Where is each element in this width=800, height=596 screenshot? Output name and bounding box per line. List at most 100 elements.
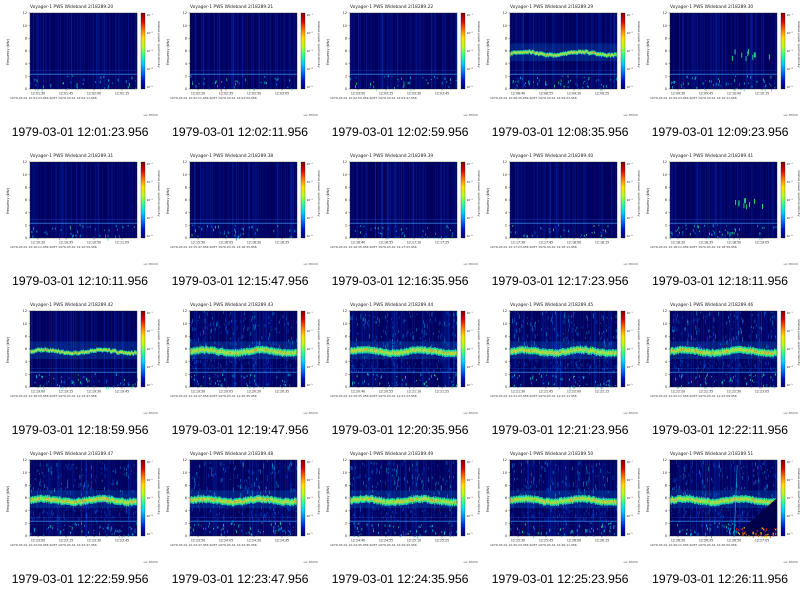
timestamp-caption: 1979-03-01 12:15:47.956 [171, 274, 309, 288]
colorbar [780, 310, 786, 388]
spectrogram-thumbnail[interactable]: Voyager-1 PWS Wideband 2/18289.40 Frequen… [480, 149, 640, 267]
colorbar-tick-label: 10⁻¹ [627, 13, 633, 17]
y-tick-label: 6 [505, 347, 507, 351]
spectrogram-thumbnail[interactable]: Voyager-1 PWS Wideband 2/18289.31 Frequen… [0, 149, 160, 267]
footer-mark: sun.ERROR [143, 560, 158, 564]
spectrogram-thumbnail[interactable]: Voyager-1 PWS Wideband 2/18289.44 Frequen… [320, 298, 480, 416]
y-axis-label: Frequency (kHz) [486, 337, 490, 363]
spectrogram-thumbnail[interactable]: Voyager-1 PWS Wideband 2/18289.42 Frequen… [0, 298, 160, 416]
x-tick-label: 12:02:20 [191, 92, 205, 96]
y-tick-label: 8 [665, 484, 667, 488]
colorbar-tick-label: 10⁻² [307, 478, 313, 482]
x-tick-label: 12:22:15 [595, 390, 609, 394]
colorbar-tick-label: 10⁻² [787, 478, 793, 482]
spectrogram-panel: Voyager-1 PWS Wideband 2/18289.48 Frequen… [160, 447, 320, 596]
y-tick-label: 6 [185, 49, 187, 53]
colorbar-tick-label: 10⁻⁵ [307, 234, 313, 238]
footer-mark: sun.ERROR [783, 411, 798, 415]
spectrogram-thumbnail[interactable]: Voyager-1 PWS Wideband 2/18289.47 Frequen… [0, 447, 160, 565]
y-tick-label: 2 [25, 373, 27, 377]
scet-range: 1979-03-01 12:17:23.956 SCET 1979-03-01 … [490, 245, 577, 249]
colorbar-tick-label: 10⁻³ [147, 347, 153, 351]
y-tick-label: 10 [663, 322, 667, 326]
colorbar-tick-label: 10⁻⁵ [307, 532, 313, 536]
timestamp-caption: 1979-03-01 12:01:23.956 [11, 125, 149, 139]
colorbar-tick-label: 10⁻² [307, 329, 313, 333]
y-tick-label: 8 [25, 335, 27, 339]
footer-mark: sun.ERROR [623, 560, 638, 564]
y-tick-label: 6 [505, 496, 507, 500]
x-tick-label: 12:19:30 [87, 390, 101, 394]
y-tick-label: 4 [345, 211, 347, 215]
y-tick-label: 2 [25, 75, 27, 79]
y-axis-label: Frequency (kHz) [166, 39, 170, 65]
y-tick-label: 12 [503, 309, 507, 313]
y-tick-label: 2 [665, 224, 667, 228]
spectrogram-thumbnail[interactable]: Voyager-1 PWS Wideband 2/18289.38 Frequen… [160, 149, 320, 267]
y-tick-label: 12 [23, 11, 27, 15]
y-tick-label: 0 [665, 534, 667, 538]
colorbar-tick-label: 10⁻³ [627, 49, 633, 53]
x-tick-label: 12:22:50 [727, 390, 741, 394]
colorbar-tick-label: 10⁻² [467, 478, 473, 482]
spectrogram-thumbnail[interactable]: Voyager-1 PWS Wideband 2/18289.39 Frequen… [320, 149, 480, 267]
colorbar-tick-label: 10⁻² [147, 478, 153, 482]
x-tick-label: 12:21:30 [511, 390, 525, 394]
spectrogram-thumbnail[interactable]: Voyager-1 PWS Wideband 2/18289.43 Frequen… [160, 298, 320, 416]
y-tick-label: 0 [665, 385, 667, 389]
x-tick-label: 12:10:20 [31, 241, 45, 245]
spectrogram-panel: Voyager-1 PWS Wideband 2/18289.46 Frequen… [640, 298, 800, 447]
spectrogram-plot: Voyager-1 PWS Wideband 2/18289.47 Frequen… [6, 451, 160, 564]
spectrogram-thumbnail[interactable]: Voyager-1 PWS Wideband 2/18289.45 Frequen… [480, 298, 640, 416]
plot-title: Voyager-1 PWS Wideband 2/18289.42 [30, 302, 113, 308]
spectrogram-thumbnail[interactable]: Voyager-1 PWS Wideband 2/18289.50 Frequen… [480, 447, 640, 565]
y-tick-label: 0 [185, 534, 187, 538]
plot-title: Voyager-1 PWS Wideband 2/18289.39 [350, 153, 433, 159]
spectrogram-panel: Voyager-1 PWS Wideband 2/18289.38 Frequen… [160, 149, 320, 298]
y-tick-label: 6 [505, 49, 507, 53]
scet-range: 1979-03-01 12:25:23.956 SCET 1979-03-01 … [490, 543, 577, 547]
spectrogram-thumbnail[interactable]: Voyager-1 PWS Wideband 2/18289.41 Frequen… [640, 149, 800, 267]
footer-mark: sun.ERROR [303, 411, 318, 415]
y-tick-label: 12 [343, 309, 347, 313]
y-tick-label: 4 [185, 211, 187, 215]
spectrogram-thumbnail[interactable]: Voyager-1 PWS Wideband 2/18289.29 Frequen… [480, 0, 640, 118]
colorbar-tick-label: 10⁻¹ [787, 311, 793, 315]
y-tick-label: 8 [345, 484, 347, 488]
spectrogram-thumbnail[interactable]: Voyager-1 PWS Wideband 2/18289.46 Frequen… [640, 298, 800, 416]
x-tick-label: 12:03:45 [435, 92, 449, 96]
x-tick-label: 12:21:10 [407, 390, 421, 394]
y-tick-label: 8 [505, 335, 507, 339]
y-tick-label: 12 [183, 309, 187, 313]
y-tick-label: 6 [665, 49, 667, 53]
colorbar-tick-label: 10⁻³ [467, 347, 473, 351]
y-tick-label: 6 [25, 347, 27, 351]
x-tick-label: 12:10:00 [727, 92, 741, 96]
plot-title: Voyager-1 PWS Wideband 2/18289.31 [30, 153, 113, 159]
spectrogram-plot: Voyager-1 PWS Wideband 2/18289.38 Frequen… [166, 153, 320, 266]
y-tick-label: 10 [23, 471, 27, 475]
footer-mark: sun.ERROR [783, 113, 798, 117]
colorbar-tick-label: 10⁻⁴ [787, 514, 794, 518]
spectrogram-thumbnail[interactable]: Voyager-1 PWS Wideband 2/18289.21 Frequen… [160, 0, 320, 118]
spectrogram-panel: Voyager-1 PWS Wideband 2/18289.39 Frequen… [320, 149, 480, 298]
spectrogram-thumbnail[interactable]: Voyager-1 PWS Wideband 2/18289.48 Frequen… [160, 447, 320, 565]
y-tick-label: 6 [185, 496, 187, 500]
spectrogram-thumbnail[interactable]: Voyager-1 PWS Wideband 2/18289.49 Frequen… [320, 447, 480, 565]
spectrogram-thumbnail[interactable]: Voyager-1 PWS Wideband 2/18289.22 Frequen… [320, 0, 480, 118]
spectrogram-thumbnail[interactable]: Voyager-1 PWS Wideband 2/18289.51 Frequen… [640, 447, 800, 565]
spectrogram-thumbnail[interactable]: Voyager-1 PWS Wideband 2/18289.20 Frequen… [0, 0, 160, 118]
y-tick-label: 12 [23, 458, 27, 462]
timestamp-caption: 1979-03-01 12:16:35.956 [331, 274, 469, 288]
scet-range: 1979-03-01 12:21:23.956 SCET 1979-03-01 … [490, 394, 577, 398]
colorbar-tick-label: 10⁻⁵ [787, 383, 793, 387]
y-tick-label: 2 [345, 224, 347, 228]
colorbar [780, 12, 786, 90]
x-tick-label: 12:23:05 [755, 390, 769, 394]
spectrogram-thumbnail[interactable]: Voyager-1 PWS Wideband 2/18289.30 Frequen… [640, 0, 800, 118]
colorbar-tick-label: 10⁻⁴ [467, 365, 474, 369]
colorbar-tick-label: 10⁻⁵ [787, 85, 793, 89]
y-axis-label: Frequency (kHz) [326, 39, 330, 65]
x-tick-label: 12:08:40 [511, 92, 525, 96]
colorbar-tick-label: 10⁻¹ [147, 13, 153, 17]
